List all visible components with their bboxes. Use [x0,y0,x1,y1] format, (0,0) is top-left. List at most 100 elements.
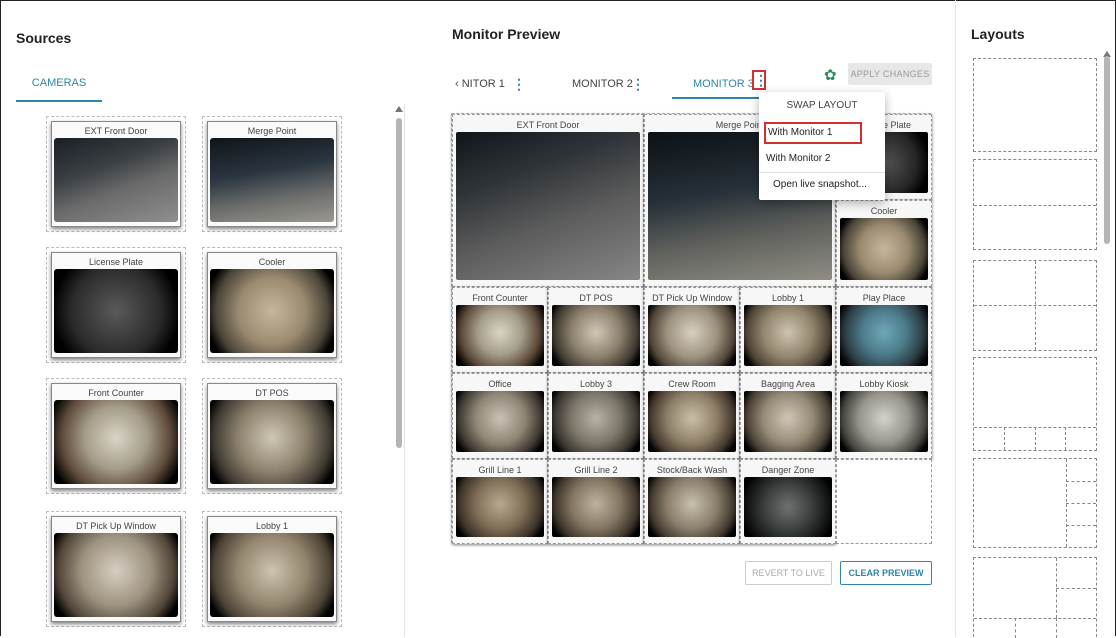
monitor-2-menu-icon[interactable]: ⋮ [631,74,645,94]
camera-thumbnail [840,305,928,366]
monitor-1-menu-icon[interactable]: ⋮ [512,74,526,94]
camera-thumbnail [456,391,544,452]
empty-monitor-cell[interactable] [836,459,932,544]
layout-option-two-rows[interactable] [973,159,1097,250]
camera-card-label: Lobby 1 [255,521,289,531]
monitor-cell[interactable]: DT Pick Up Window [644,287,740,373]
camera-thumbnail [744,477,832,537]
apply-changes-button[interactable]: APPLY CHANGES [848,63,932,85]
layout-option-one-plus-side[interactable] [973,458,1097,548]
cell-label: Stock/Back Wash [656,465,728,475]
sources-scrollbar-thumb[interactable] [396,118,402,448]
camera-thumbnail [648,477,736,537]
camera-card[interactable]: License Plate [46,247,186,363]
swap-layout-menu: SWAP LAYOUT With Monitor 1 With Monitor … [759,92,885,200]
camera-card-label: Cooler [258,257,286,267]
camera-card[interactable]: Lobby 1 [202,511,342,627]
layout-option-three-split[interactable] [973,260,1097,351]
cell-label: Cooler [870,206,898,216]
camera-card-label: DT POS [255,388,289,398]
camera-card-label: Merge Point [247,126,297,136]
menu-item-open-live-snapshot[interactable]: Open live snapshot... [773,174,867,196]
camera-card-label: License Plate [88,257,144,267]
camera-card[interactable]: Front Counter [46,378,186,494]
cell-label: DT POS [579,293,613,303]
gear-icon[interactable]: ✿ [824,66,837,84]
monitor-cell[interactable]: Front Counter [452,287,548,373]
camera-card[interactable]: DT POS [202,378,342,494]
camera-card[interactable]: DT Pick Up Window [46,511,186,627]
layout-option-one-plus-four[interactable] [973,357,1097,451]
monitor-cell[interactable]: Grill Line 2 [548,459,644,544]
menu-item-with-monitor-2[interactable]: With Monitor 2 [766,148,830,170]
cell-label: Grill Line 2 [574,465,618,475]
camera-thumbnail [54,138,178,222]
monitor-preview-title: Monitor Preview [452,26,561,42]
layout-option-mixed[interactable] [973,557,1097,638]
layouts-scrollbar[interactable] [1101,40,1113,637]
layouts-title: Layouts [971,26,1025,42]
camera-thumbnail [210,533,334,617]
tab-monitor-2[interactable]: MONITOR 2 [572,70,633,98]
cell-label: Bagging Area [760,379,816,389]
monitor-cell[interactable]: Lobby 3 [548,373,644,459]
cell-label: Office [488,379,512,389]
camera-thumbnail [552,477,640,537]
tab-monitor-3[interactable]: MONITOR 3 [693,70,754,98]
scroll-up-arrow-icon[interactable] [395,106,403,112]
camera-thumbnail [54,533,178,617]
camera-thumbnail [210,138,334,222]
monitor-cell[interactable]: Grill Line 1 [452,459,548,544]
cell-label: Lobby Kiosk [859,379,909,389]
divider [404,104,405,637]
camera-thumbnail [54,400,178,484]
camera-card[interactable]: EXT Front Door [46,116,186,232]
camera-thumbnail [210,400,334,484]
clear-preview-button[interactable]: CLEAR PREVIEW [840,561,932,585]
camera-thumbnail [456,305,544,366]
camera-thumbnail [552,391,640,452]
active-tab-underline [672,97,772,99]
tab-monitor-1[interactable]: ‹ NITOR 1 [455,70,505,98]
monitor-cell[interactable]: EXT Front Door [452,114,644,287]
monitor-cell[interactable]: DT POS [548,287,644,373]
monitor-cell[interactable]: Cooler [836,200,932,287]
camera-source-list: EXT Front Door Merge Point License Plate… [38,110,358,637]
monitor-cell[interactable]: Lobby Kiosk [836,373,932,459]
camera-thumbnail [840,218,928,280]
camera-thumbnail [210,269,334,353]
cell-label: Lobby 3 [579,379,613,389]
sources-scrollbar[interactable] [394,104,404,637]
camera-thumbnail [552,305,640,366]
monitor-cell[interactable]: Lobby 1 [740,287,836,373]
camera-thumbnail [744,305,832,366]
cell-label: Play Place [862,293,906,303]
camera-thumbnail [840,391,928,452]
layouts-scrollbar-thumb[interactable] [1104,56,1110,244]
layout-option-single[interactable] [973,58,1097,152]
monitor-cell[interactable]: Danger Zone [740,459,836,544]
monitor-3-menu-icon[interactable]: ⋮ [752,70,768,90]
camera-card-label: EXT Front Door [84,126,148,136]
monitor-cell[interactable]: Office [452,373,548,459]
cell-label: Lobby 1 [771,293,805,303]
camera-card-label: DT Pick Up Window [76,521,156,531]
menu-item-with-monitor-1[interactable]: With Monitor 1 [764,122,862,144]
monitor-cell[interactable]: Bagging Area [740,373,836,459]
cell-label: Grill Line 1 [478,465,522,475]
tab-cameras[interactable]: CAMERAS [16,66,102,102]
monitor-cell[interactable]: Play Place [836,287,932,373]
camera-thumbnail [648,391,736,452]
monitor-cell[interactable]: Crew Room [644,373,740,459]
menu-header: SWAP LAYOUT [786,100,858,111]
cell-label: Danger Zone [761,465,815,475]
cell-label: EXT Front Door [516,120,580,130]
revert-to-live-button[interactable]: REVERT TO LIVE [745,561,832,585]
camera-thumbnail [648,305,736,366]
menu-separator [759,172,885,173]
camera-thumbnail [54,269,178,353]
monitor-cell[interactable]: Stock/Back Wash [644,459,740,544]
camera-card[interactable]: Merge Point [202,116,342,232]
cell-label: Crew Room [668,379,716,389]
camera-card[interactable]: Cooler [202,247,342,363]
